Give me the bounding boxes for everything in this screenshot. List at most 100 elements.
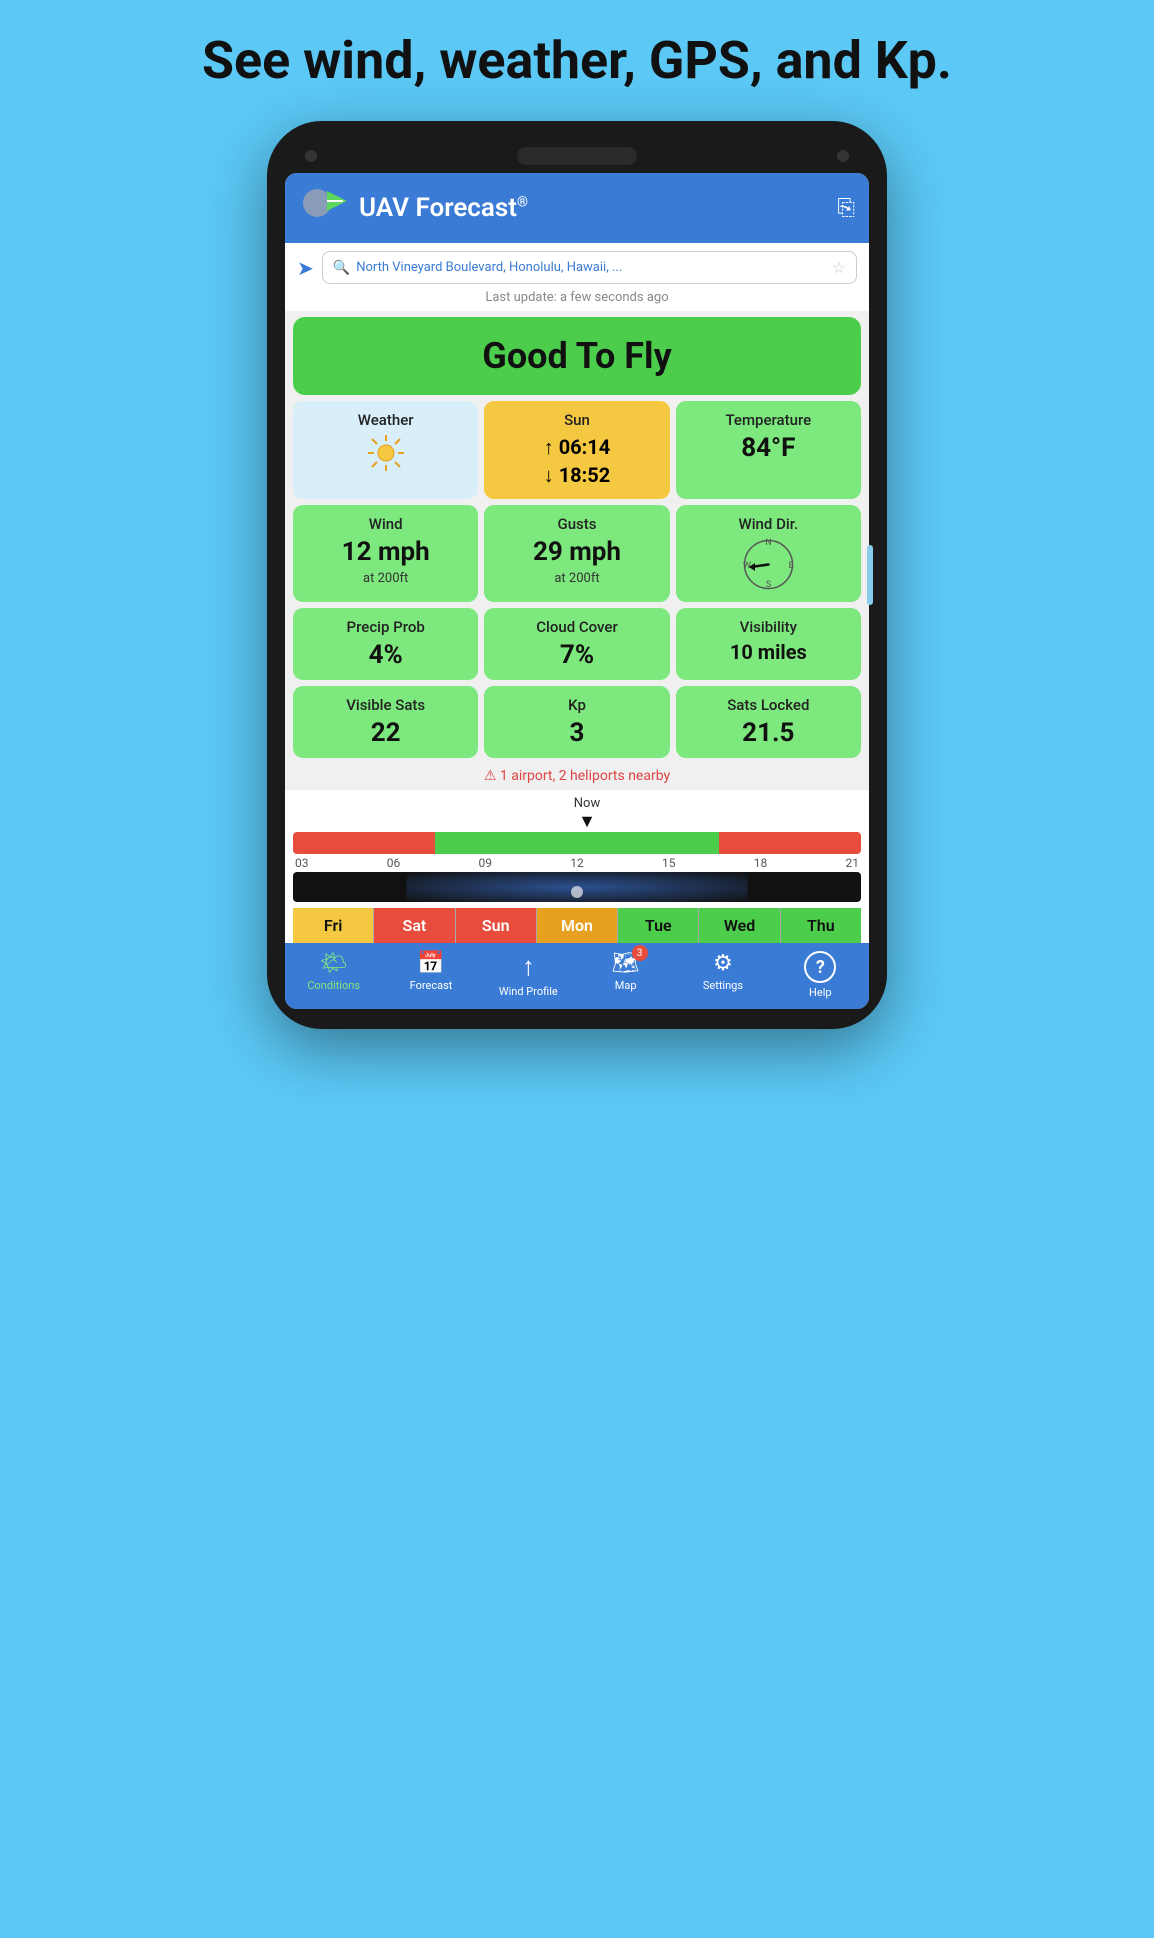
visibility-card: Visibility 10 miles (676, 608, 861, 680)
conditions-grid: Weather Sun ↑ 06:14 ↓ 18 (285, 401, 869, 762)
temperature-card: Temperature 84°F (676, 401, 861, 499)
visibility-value: 10 miles (730, 640, 807, 664)
svg-text:S: S (766, 580, 771, 590)
forecast-icon: 📅 (417, 951, 444, 976)
cloud-value: 7% (560, 640, 594, 670)
timeline-red-right (719, 832, 861, 854)
map-badge: 3 (632, 945, 648, 961)
conditions-icon: 🌤 (320, 951, 348, 976)
wind-label: Wind (369, 515, 403, 533)
day-tab-fri[interactable]: Fri (293, 908, 374, 943)
svg-text:N: N (765, 538, 771, 548)
day-tab-tue[interactable]: Tue (618, 908, 699, 943)
kp-value: 3 (570, 718, 585, 748)
weather-label: Weather (358, 411, 414, 429)
search-icon: 🔍 (333, 260, 350, 276)
day-tab-sat[interactable]: Sat (374, 908, 455, 943)
cloud-label: Cloud Cover (536, 618, 618, 636)
cloud-card: Cloud Cover 7% (484, 608, 669, 680)
tagline: See wind, weather, GPS, and Kp. (162, 30, 992, 91)
timeline-area: Now ▼ 03 06 09 12 15 18 21 (285, 790, 869, 943)
svg-text:E: E (788, 561, 793, 571)
compass-icon: N S W E (741, 537, 796, 592)
timeline-labels: 03 06 09 12 15 18 21 (293, 856, 861, 870)
temperature-value: 84°F (741, 433, 795, 463)
precip-value: 4% (369, 640, 403, 670)
favorite-icon[interactable]: ☆ (832, 258, 846, 277)
nav-settings[interactable]: ⚙ Settings (688, 951, 758, 999)
hour-18: 18 (754, 856, 768, 870)
bottom-nav: 🌤 Conditions 📅 Forecast ↑ Wind Profile 🗺… (285, 943, 869, 1009)
locked-card: Sats Locked 21.5 (676, 686, 861, 758)
precip-label: Precip Prob (347, 618, 425, 636)
visibility-label: Visibility (740, 618, 797, 636)
hour-06: 06 (387, 856, 401, 870)
help-label: Help (809, 986, 832, 999)
phone-screen: UAV Forecast® ⎘ ➤ 🔍 North Vineyard Boule… (285, 173, 869, 1009)
nav-conditions[interactable]: 🌤 Conditions (299, 951, 369, 999)
wind-value: 12 mph (342, 537, 430, 567)
settings-icon: ⚙ (713, 951, 733, 976)
sun-times: ↑ 06:14 ↓ 18:52 (544, 433, 611, 489)
forecast-label: Forecast (410, 979, 453, 992)
wind-dir-card: Wind Dir. N S W E (676, 505, 861, 602)
settings-label: Settings (703, 979, 743, 992)
sats-label: Visible Sats (346, 696, 425, 714)
now-label: Now (574, 796, 600, 811)
search-text: North Vineyard Boulevard, Honolulu, Hawa… (356, 260, 622, 275)
day-night-bar (293, 872, 861, 902)
sun-card: Sun ↑ 06:14 ↓ 18:52 (484, 401, 669, 499)
sunny-icon (366, 433, 406, 473)
speaker (517, 147, 637, 165)
conditions-label: Conditions (307, 979, 360, 992)
timeline-bar[interactable] (293, 832, 861, 854)
kp-label: Kp (568, 696, 586, 714)
sun-label: Sun (564, 411, 590, 429)
sats-value: 22 (371, 718, 401, 748)
camera-left (305, 150, 317, 162)
timeline-green (435, 832, 719, 854)
day-tab-mon[interactable]: Mon (537, 908, 618, 943)
wind-sub: at 200ft (363, 571, 408, 586)
kp-card: Kp 3 (484, 686, 669, 758)
wind-profile-label: Wind Profile (499, 985, 558, 998)
app-header: UAV Forecast® ⎘ (285, 173, 869, 243)
locked-value: 21.5 (742, 718, 794, 748)
locked-label: Sats Locked (727, 696, 809, 714)
search-box[interactable]: 🔍 North Vineyard Boulevard, Honolulu, Ha… (322, 251, 857, 284)
hour-15: 15 (662, 856, 676, 870)
now-arrow-icon: ▼ (578, 811, 596, 832)
hour-09: 09 (479, 856, 493, 870)
sats-card: Visible Sats 22 (293, 686, 478, 758)
precip-card: Precip Prob 4% (293, 608, 478, 680)
timeline-red-left (293, 832, 435, 854)
hour-21: 21 (846, 856, 860, 870)
status-banner: Good To Fly (293, 317, 861, 395)
search-area: ➤ 🔍 North Vineyard Boulevard, Honolulu, … (285, 243, 869, 288)
svg-text:W: W (743, 561, 751, 571)
location-icon[interactable]: ➤ (297, 256, 314, 280)
map-label: Map (615, 979, 637, 992)
temperature-label: Temperature (725, 411, 811, 429)
nav-forecast[interactable]: 📅 Forecast (396, 951, 466, 999)
hour-12: 12 (570, 856, 584, 870)
gusts-value: 29 mph (533, 537, 621, 567)
day-tab-sun[interactable]: Sun (456, 908, 537, 943)
day-tab-thu[interactable]: Thu (781, 908, 861, 943)
day-tab-wed[interactable]: Wed (699, 908, 780, 943)
wind-dir-label: Wind Dir. (739, 515, 799, 533)
wind-profile-icon: ↑ (522, 951, 535, 982)
share-icon[interactable]: ⎘ (837, 196, 855, 221)
nav-wind-profile[interactable]: ↑ Wind Profile (493, 951, 563, 999)
help-icon: ? (804, 951, 836, 983)
scroll-indicator (867, 545, 873, 605)
app-title: UAV Forecast® (359, 193, 827, 223)
map-icon: 🗺 3 (612, 951, 640, 976)
day-tabs[interactable]: Fri Sat Sun Mon Tue Wed Thu (293, 908, 861, 943)
app-logo-icon (299, 183, 349, 233)
nav-map[interactable]: 🗺 3 Map (591, 951, 661, 999)
nav-help[interactable]: ? Help (785, 951, 855, 999)
gusts-sub: at 200ft (554, 571, 599, 586)
gusts-card: Gusts 29 mph at 200ft (484, 505, 669, 602)
hour-03: 03 (295, 856, 309, 870)
